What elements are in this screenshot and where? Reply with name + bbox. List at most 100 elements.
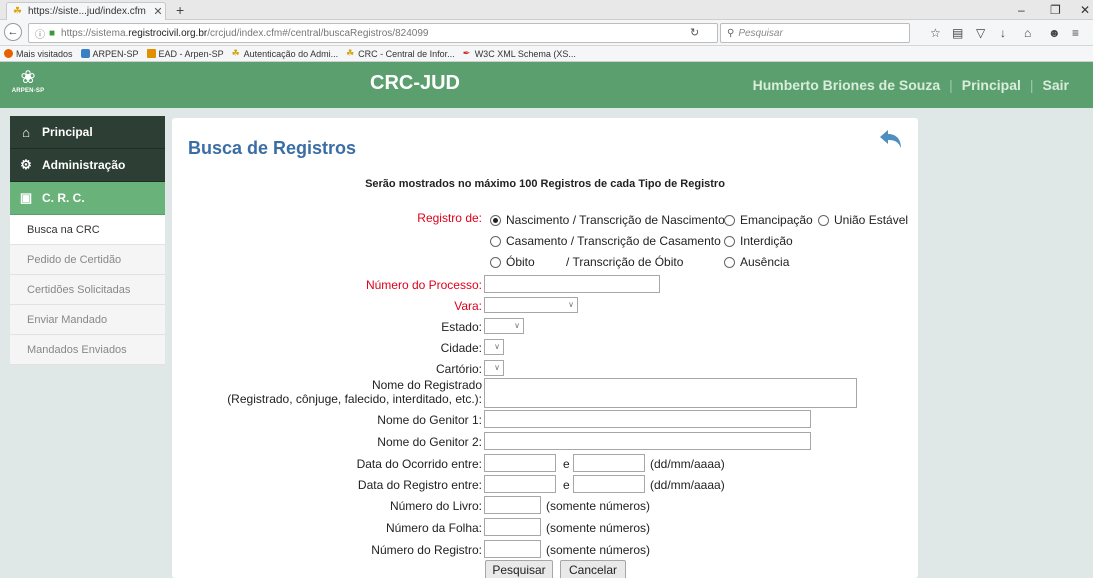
gear-icon: ⚙ bbox=[20, 157, 32, 172]
browser-search-input[interactable]: ⚲ Pesquisar bbox=[720, 23, 910, 43]
bookmark-label: Autenticação do Admi... bbox=[243, 48, 339, 59]
w3c-icon: ✒ bbox=[462, 48, 471, 58]
logo-emblem-icon: ❀ bbox=[20, 67, 36, 87]
sidebar-subitem-pedido-certidao[interactable]: Pedido de Certidão bbox=[10, 245, 165, 275]
numero-registro-label: Número do Registro: bbox=[371, 543, 482, 557]
cartorio-select[interactable]: ∨ bbox=[484, 360, 504, 376]
vara-select[interactable]: ∨ bbox=[484, 297, 578, 313]
sidebar: ⌂ Principal ⚙ Administração ▣ C. R. C. B… bbox=[10, 116, 165, 578]
browser-tab[interactable]: ☘ https://siste...jud/index.cfm ✕ bbox=[6, 2, 166, 20]
data-registro-fim-input[interactable] bbox=[573, 475, 645, 493]
cancelar-button[interactable]: Cancelar bbox=[560, 560, 626, 578]
sidebar-subitem-mandados-enviados[interactable]: Mandados Enviados bbox=[10, 335, 165, 365]
data-ocorrido-inicio-input[interactable] bbox=[484, 454, 556, 472]
radio-uniao-estavel[interactable]: União Estável bbox=[818, 213, 908, 227]
new-tab-button[interactable]: + bbox=[176, 2, 184, 18]
sidebar-item-label: Principal bbox=[42, 125, 93, 139]
genitor2-input[interactable] bbox=[484, 432, 811, 450]
bookmark-item[interactable]: ☘ CRC - Central de Infor... bbox=[346, 49, 455, 59]
arpen-logo[interactable]: ❀ ARPEN-SP bbox=[8, 66, 48, 104]
radio-obito[interactable]: Óbito bbox=[490, 255, 535, 269]
minimize-icon[interactable]: – bbox=[1018, 2, 1025, 18]
radio-button[interactable] bbox=[724, 214, 735, 226]
radio-interdicao[interactable]: Interdição bbox=[724, 234, 793, 248]
estado-select[interactable]: ∨ bbox=[484, 318, 524, 334]
numero-livro-input[interactable] bbox=[484, 496, 541, 514]
crc-icon: ☘ bbox=[231, 48, 240, 58]
numero-processo-label: Número do Processo: bbox=[365, 278, 482, 292]
vara-label: Vara: bbox=[454, 299, 482, 313]
back-arrow-icon[interactable]: ← bbox=[4, 23, 22, 41]
genitor1-input[interactable] bbox=[484, 410, 811, 428]
radio-nascimento[interactable]: Nascimento / Transcrição de Nascimento bbox=[490, 213, 725, 227]
radio-button[interactable] bbox=[490, 235, 501, 247]
bookmark-item[interactable]: ☘ Autenticação do Admi... bbox=[232, 49, 339, 59]
bookmark-label: EAD - Arpen-SP bbox=[158, 48, 224, 59]
bookmark-star-icon[interactable]: ☆ bbox=[930, 26, 941, 40]
bookmark-item[interactable]: EAD - Arpen-SP bbox=[146, 48, 224, 59]
bookmark-item[interactable]: ARPEN-SP bbox=[80, 49, 139, 59]
logo-text: ARPEN-SP bbox=[11, 88, 45, 94]
home-icon: ⌂ bbox=[22, 124, 30, 140]
sidebar-subitem-enviar-mandado[interactable]: Enviar Mandado bbox=[10, 305, 165, 335]
radio-casamento[interactable]: Casamento / Transcrição de Casamento bbox=[490, 234, 721, 248]
nome-registrado-label-line1: Nome do Registrado bbox=[371, 378, 482, 392]
restore-icon[interactable]: ❐ bbox=[1050, 2, 1061, 18]
page-title: Busca de Registros bbox=[188, 138, 357, 158]
radio-button[interactable] bbox=[490, 214, 501, 226]
download-icon[interactable]: ↓ bbox=[1000, 26, 1006, 40]
bookmark-item[interactable]: ✒ W3C XML Schema (XS... bbox=[463, 49, 576, 59]
principal-link[interactable]: Principal bbox=[962, 77, 1021, 93]
numero-folha-label: Número da Folha: bbox=[385, 521, 482, 535]
user-menu: Humberto Briones de Souza | Principal | … bbox=[753, 77, 1069, 93]
data-ocorrido-fim-input[interactable] bbox=[573, 454, 645, 472]
sidebar-item-crc[interactable]: ▣ C. R. C. bbox=[10, 182, 165, 215]
obito-transcricao-text: / Transcrição de Óbito bbox=[566, 255, 684, 269]
reload-icon[interactable]: ↻ bbox=[690, 26, 699, 39]
numero-registro-input[interactable] bbox=[484, 540, 541, 558]
lock-icon[interactable]: ■ bbox=[49, 28, 55, 39]
close-tab-icon[interactable]: ✕ bbox=[151, 5, 165, 18]
radio-ausencia[interactable]: Ausência bbox=[724, 255, 789, 269]
nome-registrado-label: Nome do Registrado (Registrado, cônjuge,… bbox=[227, 378, 482, 406]
numbers-only-hint: (somente números) bbox=[546, 521, 651, 535]
radio-button[interactable] bbox=[724, 235, 735, 247]
bookmark-item[interactable]: Mais visitados bbox=[4, 49, 73, 59]
home-browser-icon[interactable]: ⌂ bbox=[1024, 26, 1031, 40]
url-bar[interactable]: ⓘ ■ https://sistema. registrocivil.org.br… bbox=[28, 23, 718, 43]
reader-list-icon[interactable]: ▤ bbox=[952, 26, 963, 40]
numbers-only-hint: (somente números) bbox=[546, 499, 651, 513]
registro-de-label: Registro de: bbox=[417, 211, 482, 225]
cidade-select[interactable]: ∨ bbox=[484, 339, 504, 355]
radio-emancipacao[interactable]: Emancipação bbox=[724, 213, 813, 227]
app-title: CRC-JUD bbox=[370, 72, 460, 94]
account-icon[interactable]: ☻ bbox=[1048, 26, 1061, 40]
pesquisar-button[interactable]: Pesquisar bbox=[485, 560, 553, 578]
menu-icon[interactable]: ≡ bbox=[1072, 26, 1079, 40]
close-window-icon[interactable]: ✕ bbox=[1080, 2, 1090, 18]
sidebar-item-label: Administração bbox=[42, 158, 126, 172]
radio-button[interactable] bbox=[818, 214, 829, 226]
return-arrow-icon[interactable] bbox=[878, 128, 904, 150]
data-registro-inicio-input[interactable] bbox=[484, 475, 556, 493]
radio-label: Nascimento / Transcrição de Nascimento bbox=[506, 213, 725, 227]
sair-link[interactable]: Sair bbox=[1043, 77, 1069, 93]
nome-registrado-input[interactable] bbox=[484, 378, 857, 408]
radio-label: Ausência bbox=[740, 255, 790, 269]
sidebar-item-label: C. R. C. bbox=[42, 191, 85, 205]
sidebar-subitem-certidoes-solicitadas[interactable]: Certidões Solicitadas bbox=[10, 275, 165, 305]
radio-button[interactable] bbox=[724, 256, 735, 268]
numero-folha-input[interactable] bbox=[484, 518, 541, 536]
results-limit-notice: Serão mostrados no máximo 100 Registros … bbox=[365, 178, 725, 190]
bookmarks-bar: Mais visitados ARPEN-SP EAD - Arpen-SP ☘… bbox=[0, 46, 1093, 62]
radio-button[interactable] bbox=[490, 256, 501, 268]
info-icon[interactable]: ⓘ bbox=[35, 26, 45, 41]
arpen-icon bbox=[80, 49, 90, 58]
numero-processo-input[interactable] bbox=[484, 275, 660, 293]
sidebar-item-administracao[interactable]: ⚙ Administração bbox=[10, 149, 165, 182]
sidebar-item-principal[interactable]: ⌂ Principal bbox=[10, 116, 165, 149]
sidebar-subitem-busca-crc[interactable]: Busca na CRC bbox=[10, 215, 165, 245]
url-path: /crcjud/index.cfm#/central/buscaRegistro… bbox=[207, 27, 429, 39]
pocket-icon[interactable]: ▽ bbox=[976, 26, 985, 40]
user-name[interactable]: Humberto Briones de Souza bbox=[753, 77, 940, 93]
